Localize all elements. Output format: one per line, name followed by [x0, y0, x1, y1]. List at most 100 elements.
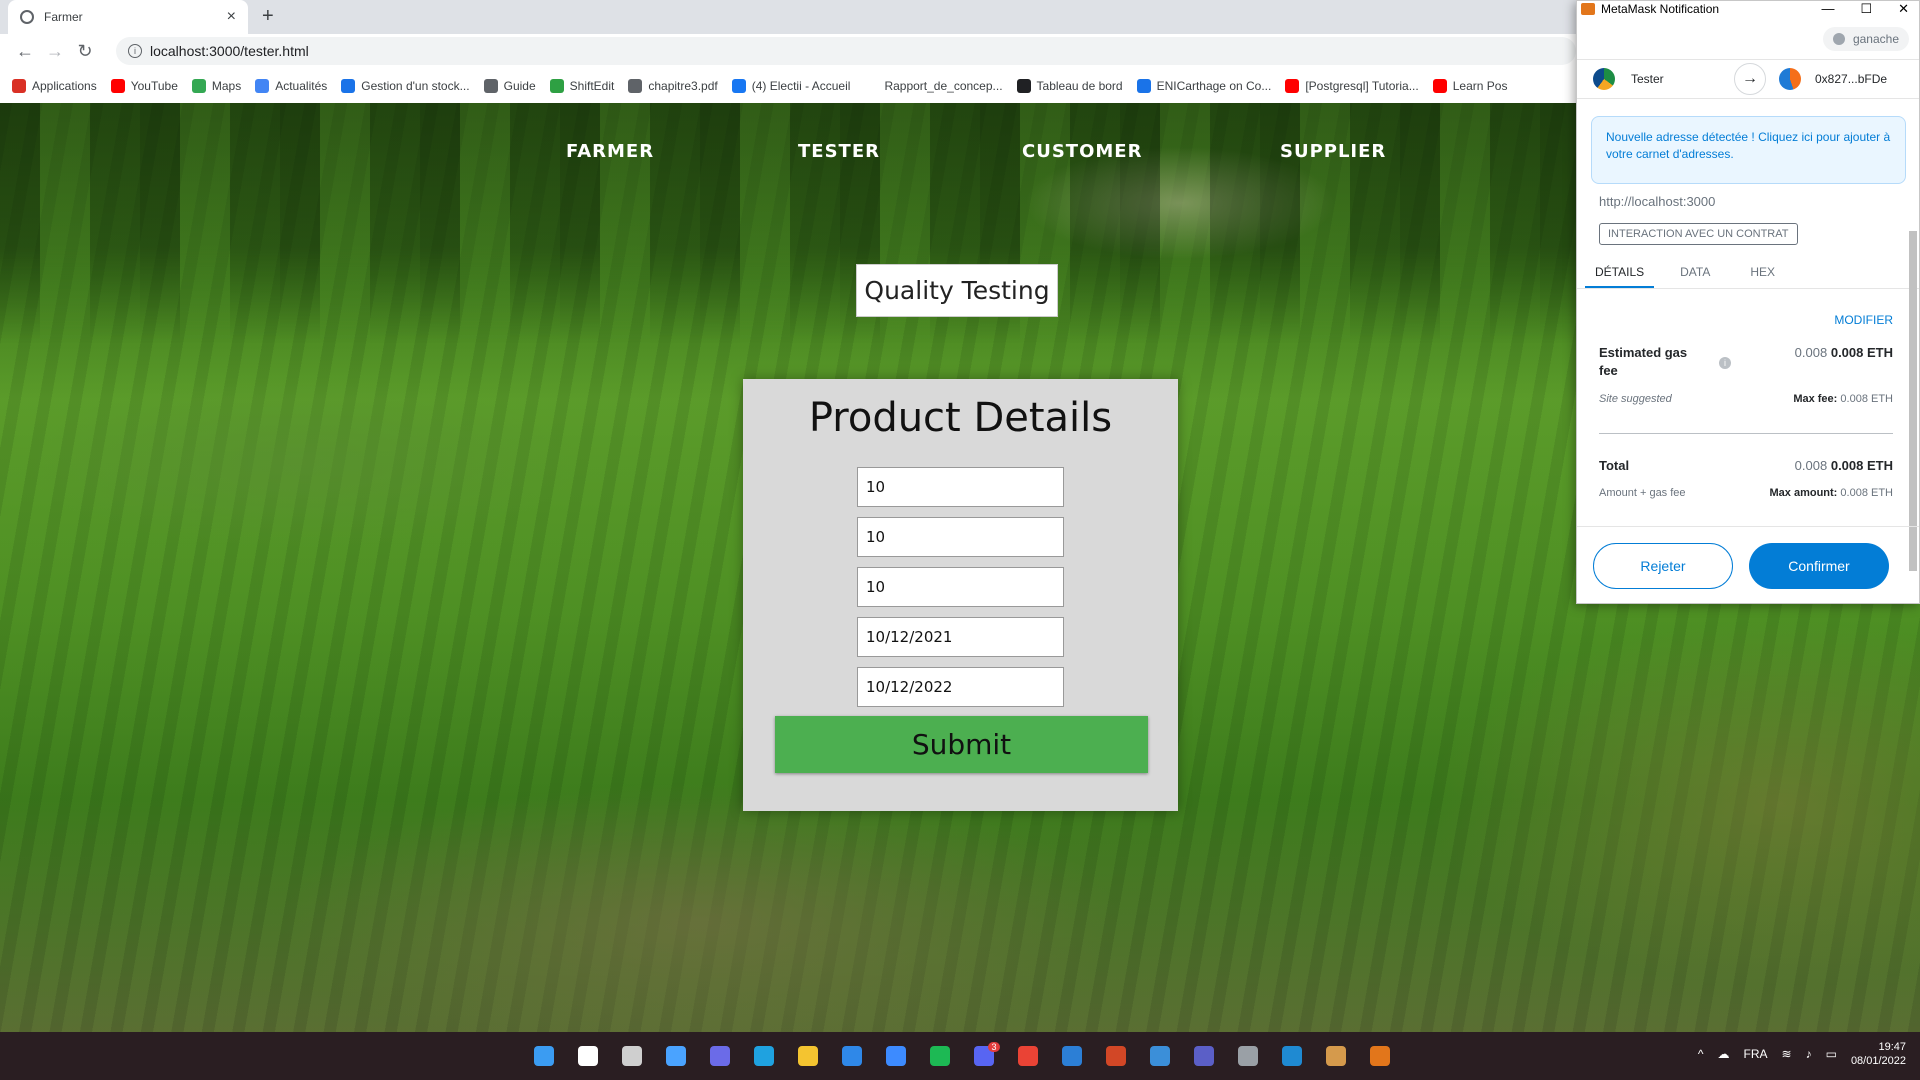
todo-icon[interactable] — [880, 1040, 912, 1072]
tab-farmer[interactable]: Farmer × — [8, 0, 248, 34]
volume-icon[interactable]: ♪ — [1806, 1047, 1812, 1061]
metamask-icon[interactable] — [1364, 1040, 1396, 1072]
bookmark-item[interactable]: ShiftEdit — [549, 78, 614, 93]
bookmark-label: Learn Pos — [1452, 78, 1508, 93]
bookmark-favicon-icon — [12, 78, 26, 93]
bookmark-favicon-icon — [549, 78, 564, 93]
forward-icon[interactable]: → — [42, 41, 68, 62]
settings-icon[interactable] — [1232, 1040, 1264, 1072]
back-icon[interactable]: ← — [12, 41, 38, 62]
tab-data[interactable]: DATA — [1670, 259, 1720, 288]
total-label: Total — [1599, 458, 1630, 473]
nav-tester[interactable]: TESTER — [798, 141, 880, 162]
product-field-1[interactable] — [857, 467, 1064, 507]
max-fee-value: 0.008 ETH — [1840, 393, 1893, 405]
nav-customer[interactable]: CUSTOMER — [1022, 141, 1142, 162]
bookmark-item[interactable]: chapitre3.pdf — [628, 78, 718, 93]
account-avatar-icon — [1593, 68, 1615, 90]
vscode-icon[interactable] — [1276, 1040, 1308, 1072]
max-fee-label: Max fee: — [1793, 393, 1838, 405]
confirm-button[interactable]: Confirmer — [1749, 543, 1889, 589]
new-address-banner[interactable]: Nouvelle adresse détectée ! Cliquez ici … — [1591, 116, 1906, 184]
window-title: MetaMask Notification — [1601, 1, 1720, 16]
windows-start-icon[interactable] — [528, 1040, 560, 1072]
bookmark-item[interactable]: Tableau de bord — [1016, 78, 1123, 93]
bookmark-item[interactable]: Actualités — [255, 78, 327, 93]
start-date-field[interactable] — [857, 617, 1064, 657]
clock[interactable]: 19:47 08/01/2022 — [1851, 1040, 1906, 1068]
info-icon[interactable]: i — [128, 44, 142, 58]
wifi-icon[interactable]: ≋ — [1782, 1047, 1792, 1061]
bookmark-item[interactable]: Rapport_de_concep... — [864, 78, 1003, 93]
card-title: Product Details — [808, 395, 1113, 441]
chevron-up-icon[interactable]: ^ — [1698, 1047, 1704, 1061]
bookmark-item[interactable]: [Postgresql] Tutoria... — [1285, 78, 1419, 93]
modify-link[interactable]: MODIFIER — [1834, 313, 1893, 327]
maximize-icon[interactable]: ☐ — [1860, 1, 1872, 17]
powerpoint-icon[interactable] — [1100, 1040, 1132, 1072]
remote-desktop-icon[interactable] — [1144, 1040, 1176, 1072]
search-icon[interactable] — [572, 1040, 604, 1072]
product-field-3[interactable] — [857, 567, 1064, 607]
photos-icon[interactable] — [1056, 1040, 1088, 1072]
metamask-fox-icon — [1581, 2, 1595, 15]
network-selector[interactable]: ganache — [1822, 27, 1909, 51]
minimize-icon[interactable]: — — [1821, 1, 1834, 17]
gas-fee-secondary: 0.008 — [1794, 345, 1828, 360]
bookmark-favicon-icon — [1016, 78, 1031, 93]
product-field-2[interactable] — [857, 517, 1064, 557]
tab-details[interactable]: DÉTAILS — [1585, 259, 1655, 288]
new-tab-button[interactable]: + — [262, 5, 274, 28]
nav-farmer[interactable]: FARMER — [566, 141, 654, 162]
task-view-icon[interactable] — [616, 1040, 648, 1072]
bookmark-favicon-icon — [1285, 78, 1300, 93]
bookmark-item[interactable]: Learn Pos — [1432, 78, 1508, 93]
bookmark-favicon-icon — [191, 78, 206, 93]
info-icon[interactable]: i — [1719, 357, 1731, 369]
bookmark-item[interactable]: YouTube — [110, 78, 178, 93]
spotify-icon[interactable] — [924, 1040, 956, 1072]
action-footer: Rejeter Confirmer — [1577, 526, 1919, 606]
bookmark-favicon-icon — [864, 78, 879, 93]
bookmark-item[interactable]: ENICarthage on Co... — [1136, 78, 1272, 93]
gas-fee-value: 0.008 0.008 ETH — [1795, 345, 1893, 360]
tab-hex[interactable]: HEX — [1740, 259, 1785, 288]
url-text: localhost:3000/tester.html — [150, 43, 309, 59]
chrome-icon[interactable] — [1012, 1040, 1044, 1072]
bookmark-item[interactable]: Guide — [483, 78, 536, 93]
teams-icon[interactable] — [1188, 1040, 1220, 1072]
bookmark-label: Rapport_de_concep... — [884, 78, 1003, 93]
bookmark-item[interactable]: Maps — [191, 78, 241, 93]
widgets-icon[interactable] — [660, 1040, 692, 1072]
bookmark-item[interactable]: Applications — [12, 78, 97, 93]
end-date-field[interactable] — [857, 667, 1064, 707]
file-explorer-icon[interactable] — [792, 1040, 824, 1072]
onedrive-icon[interactable]: ☁ — [1718, 1047, 1730, 1061]
bookmark-label: chapitre3.pdf — [648, 78, 718, 93]
to-account[interactable]: 0x827...bFDe — [1815, 72, 1887, 86]
bookmark-favicon-icon — [341, 78, 356, 93]
address-bar[interactable]: i localhost:3000/tester.html — [116, 37, 1576, 65]
discord-icon[interactable]: 3 — [968, 1040, 1000, 1072]
network-icon — [1832, 33, 1845, 45]
language-indicator[interactable]: FRA — [1744, 1047, 1768, 1061]
reject-button[interactable]: Rejeter — [1593, 543, 1733, 589]
section-label: Quality Testing — [856, 264, 1058, 317]
edge-icon[interactable] — [748, 1040, 780, 1072]
close-icon[interactable]: ✕ — [1898, 1, 1909, 17]
battery-icon[interactable]: ▭ — [1826, 1047, 1837, 1061]
bookmark-item[interactable]: (4) Electii - Accueil — [731, 78, 851, 93]
mail-icon[interactable] — [836, 1040, 868, 1072]
package-icon[interactable] — [1320, 1040, 1352, 1072]
from-account[interactable]: Tester — [1631, 72, 1664, 86]
bookmark-favicon-icon — [483, 78, 498, 93]
bookmark-item[interactable]: Gestion d'un stock... — [341, 78, 470, 93]
reload-icon[interactable]: ↻ — [72, 41, 98, 62]
bookmark-label: ENICarthage on Co... — [1156, 78, 1272, 93]
product-details-card: Product Details Submit — [743, 379, 1178, 811]
bookmark-label: (4) Electii - Accueil — [751, 78, 851, 93]
nav-supplier[interactable]: SUPPLIER — [1280, 141, 1386, 162]
close-icon[interactable]: × — [227, 8, 236, 26]
submit-button[interactable]: Submit — [775, 716, 1148, 773]
teams-chat-icon[interactable] — [704, 1040, 736, 1072]
